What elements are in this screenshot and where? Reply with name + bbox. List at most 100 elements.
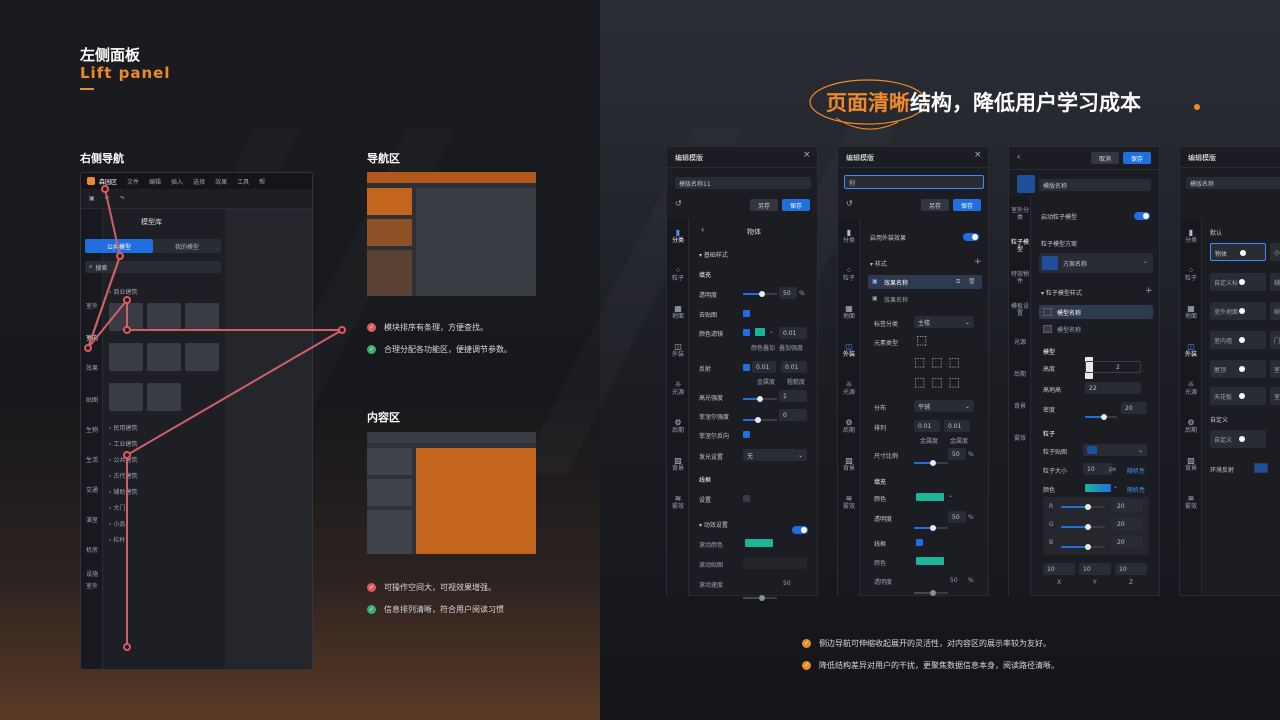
nav-fog[interactable]: ≋ 雾效	[1180, 495, 1202, 511]
scheme-select[interactable]: 方案名称 ⌄	[1039, 253, 1153, 273]
g-input[interactable]: 20	[1113, 518, 1143, 530]
save-button[interactable]: 保存	[953, 199, 981, 211]
wire-color-swatch[interactable]	[916, 557, 944, 565]
tag-class-select[interactable]: 主楼 ⌄	[914, 316, 974, 328]
model-item-selected[interactable]: 模型名称	[1039, 305, 1153, 319]
b-input[interactable]: 20	[1113, 536, 1143, 548]
b-slider[interactable]	[1061, 544, 1105, 550]
close-icon[interactable]: ×	[803, 150, 811, 160]
color-filter-input[interactable]: 0.01	[779, 327, 807, 339]
default-item-outdoor-ground[interactable]: 室外地面	[1210, 302, 1266, 320]
nav-facade[interactable]: ◫ 外装	[667, 343, 689, 359]
template-name-input[interactable]: 模版名称11	[675, 177, 811, 189]
nav-post[interactable]: ⚙ 后期	[838, 419, 860, 435]
nav-light[interactable]: ☼ 光源	[667, 381, 689, 397]
random-link[interactable]: 随机性	[1127, 466, 1145, 475]
template-name-input[interactable]: 创	[844, 175, 984, 189]
default-item-right[interactable]: 门	[1270, 331, 1280, 349]
scroll-speed-slider[interactable]	[743, 595, 777, 601]
nav-ground[interactable]: ▦ 地面	[667, 305, 689, 321]
nav-fog[interactable]: 雾效	[1009, 435, 1031, 442]
height-input[interactable]: 2	[1085, 361, 1141, 373]
default-item-ceiling[interactable]: 天花板	[1210, 387, 1266, 405]
highlight-slider[interactable]	[743, 396, 777, 402]
scale-slider[interactable]	[914, 460, 948, 466]
fill-opacity-input[interactable]: 50	[948, 511, 966, 523]
default-item-right[interactable]: 辅	[1270, 273, 1280, 291]
metal-input[interactable]: 0.01	[752, 361, 776, 373]
effect-item[interactable]: ▣ 效果名称	[868, 293, 982, 305]
cube-icon[interactable]: ⬚	[916, 333, 927, 347]
glow-select[interactable]: 无 ⌄	[743, 449, 807, 461]
nav-post[interactable]: ⚙ 后期	[667, 419, 689, 435]
template-name-input[interactable]: 模版名称	[1039, 179, 1151, 191]
g-slider[interactable]	[1061, 524, 1105, 530]
map-checkbox[interactable]	[743, 310, 750, 317]
fresnel-input[interactable]: 0	[779, 409, 807, 421]
copy-icon[interactable]: ⧉	[956, 278, 960, 286]
x-input[interactable]: 10	[1043, 563, 1075, 575]
rough-input[interactable]: 0.01	[781, 361, 807, 373]
env-reflect-thumb[interactable]	[1254, 463, 1268, 473]
y-input[interactable]: 10	[1079, 563, 1111, 575]
effect-item-selected[interactable]: ▣ 效果名称 ⧉ 🗑	[868, 275, 982, 289]
fill-opacity-slider[interactable]	[914, 525, 948, 531]
r-input[interactable]: 20	[1113, 500, 1143, 512]
max-height-input[interactable]: 22	[1085, 382, 1141, 394]
default-item-roof[interactable]: 屋顶	[1210, 360, 1266, 378]
nav-outdoor-category[interactable]: 室外分类	[1009, 207, 1031, 221]
nav-background[interactable]: ▨ 背景	[1180, 457, 1202, 473]
default-item-right[interactable]: 室	[1270, 387, 1280, 405]
model-item[interactable]: 模型名称	[1039, 323, 1153, 335]
nav-background[interactable]: ▨ 背景	[838, 457, 860, 473]
nav-effect-object[interactable]: 特效物件	[1009, 271, 1031, 285]
default-item-object[interactable]: 物体	[1210, 243, 1266, 261]
nav-particle-model[interactable]: 粒子模型	[1009, 239, 1031, 253]
nav-light[interactable]: ☼ 光源	[1180, 381, 1202, 397]
save-button[interactable]: 保存	[782, 199, 810, 211]
scroll-color-swatch[interactable]	[745, 539, 773, 547]
nav-category[interactable]: ▮ 分类	[1180, 229, 1202, 245]
chevron-down-icon[interactable]: ⌄	[769, 328, 774, 335]
particle-style-group[interactable]: ▾ 粒子模型样式	[1041, 288, 1082, 297]
color-filter-swatch[interactable]	[755, 328, 765, 336]
nav-category[interactable]: ▮ 分类	[838, 229, 860, 245]
default-item-custom-tag[interactable]: 自定义标	[1210, 273, 1266, 291]
enable-particle-toggle[interactable]	[1134, 212, 1150, 220]
nav-category[interactable]: ▮ 分类	[667, 229, 689, 245]
reflect-checkbox[interactable]	[743, 364, 750, 371]
nav-post[interactable]: ⚙ 后期	[1180, 419, 1202, 435]
nav-fog[interactable]: ≋ 雾效	[667, 495, 689, 511]
nav-ground[interactable]: ▦ 地面	[1180, 305, 1202, 321]
style-group[interactable]: ▾ 样式	[870, 259, 887, 268]
chevron-down-icon[interactable]: ⌄	[948, 492, 953, 499]
enable-facade-toggle[interactable]	[963, 233, 979, 241]
back-icon[interactable]: ‹	[701, 225, 704, 234]
default-item-right[interactable]: 小	[1270, 243, 1280, 261]
nav-particle[interactable]: ⁘ 粒子	[667, 267, 689, 283]
delete-icon[interactable]: 🗑	[968, 278, 976, 285]
fresnel-reverse-checkbox[interactable]	[743, 431, 750, 438]
density-input[interactable]: 20	[1121, 402, 1147, 414]
r-slider[interactable]	[1061, 504, 1105, 510]
fresnel-slider[interactable]	[743, 417, 777, 423]
nav-template-settings[interactable]: 模板设置	[1009, 303, 1031, 317]
z-input[interactable]: 10	[1115, 563, 1147, 575]
save-as-button[interactable]: 另存	[750, 199, 778, 211]
save-button[interactable]: 保存	[1123, 152, 1151, 164]
nav-background[interactable]: 背景	[1009, 403, 1031, 410]
scale-input[interactable]: 50	[948, 448, 966, 460]
wire-checkbox[interactable]	[916, 539, 923, 546]
highlight-input[interactable]: 1	[779, 390, 807, 402]
back-icon[interactable]: ‹	[1017, 152, 1020, 161]
density-slider[interactable]	[1085, 414, 1117, 420]
arrange-input-1[interactable]: 0.01	[914, 420, 940, 432]
nav-particle[interactable]: ⁘ 粒子	[838, 267, 860, 283]
nav-facade[interactable]: ◫ 外装	[838, 343, 860, 359]
add-icon[interactable]: +	[974, 257, 982, 267]
add-icon[interactable]: +	[1145, 286, 1153, 296]
nav-post[interactable]: 后期	[1009, 371, 1031, 378]
close-icon[interactable]: ×	[974, 150, 982, 160]
scroll-map-select[interactable]	[743, 557, 807, 569]
basic-style-group[interactable]: ▾ 基础样式	[699, 250, 728, 259]
